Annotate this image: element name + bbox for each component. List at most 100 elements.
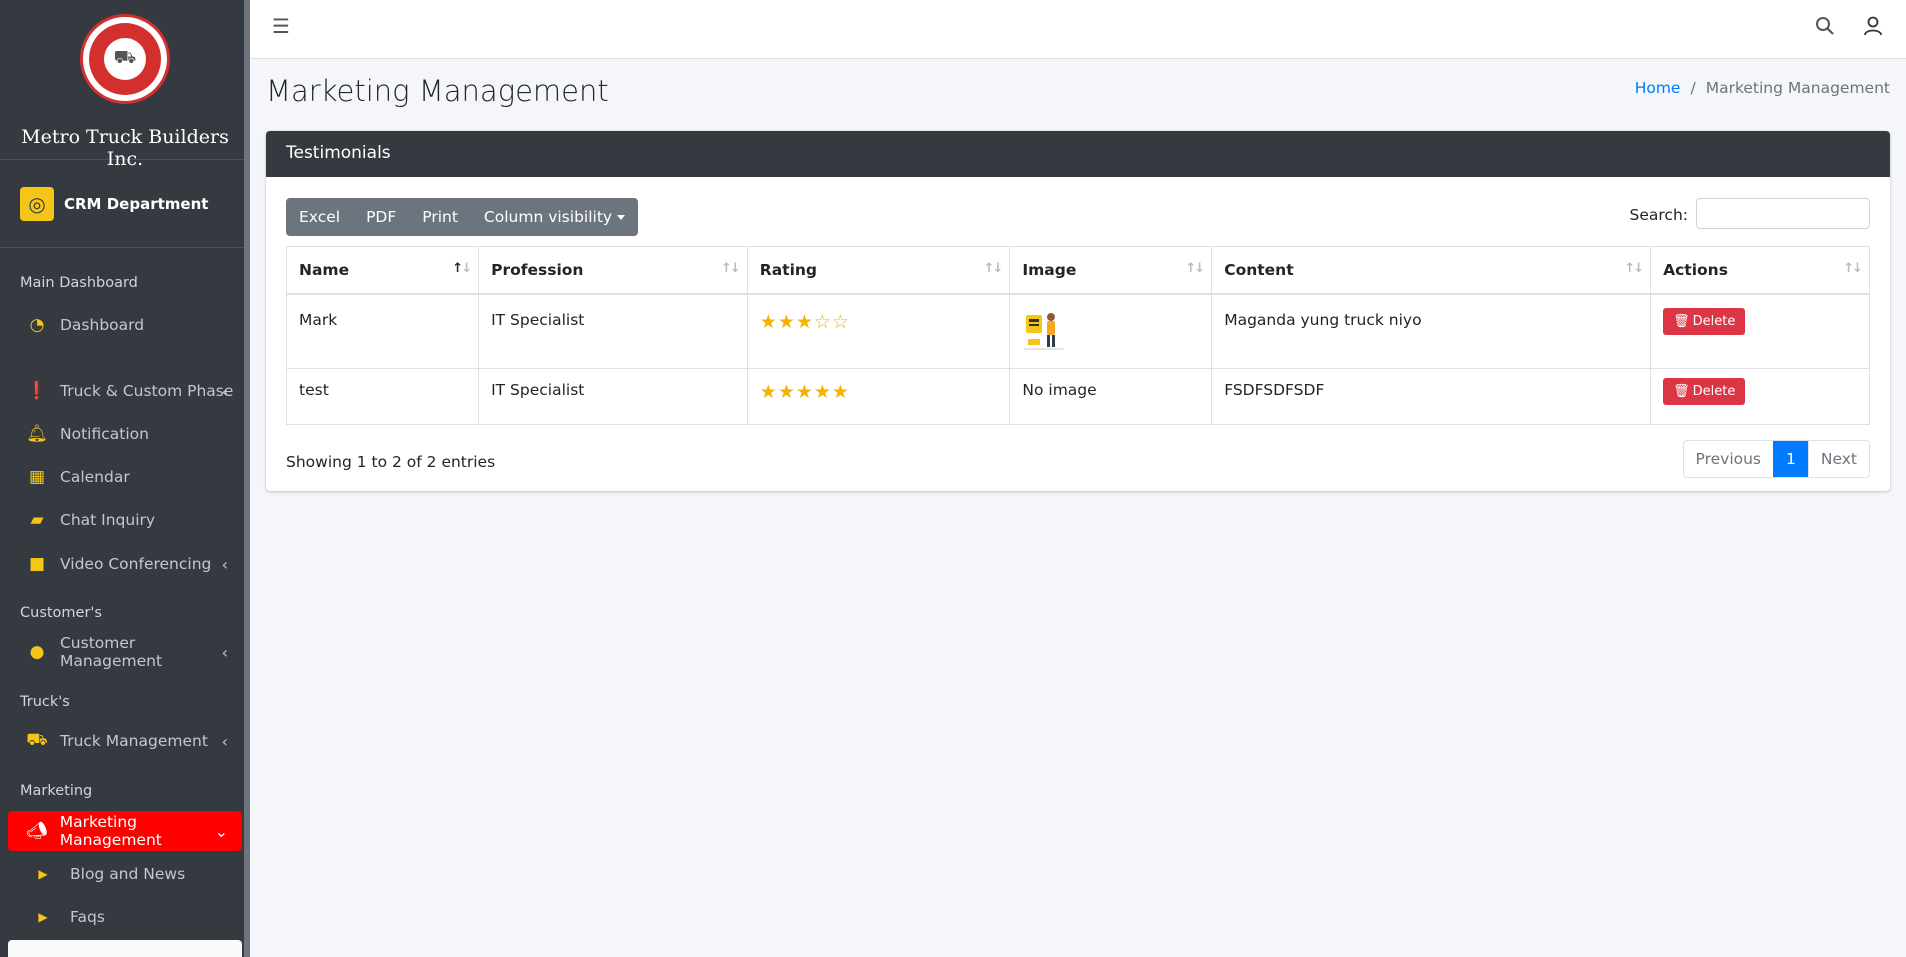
hamburger-menu-icon[interactable]: ☰	[272, 14, 290, 38]
user-icon: ●	[29, 642, 45, 662]
sort-icon: ↑↓	[1624, 261, 1644, 276]
cell-content: FSDFSDFSDF	[1211, 368, 1652, 425]
chevron-left-icon: ‹	[221, 554, 228, 574]
dashboard-icon: ◔	[29, 315, 45, 335]
sidebar-item-label: Truck Management	[60, 732, 208, 750]
sidebar-item-customer-management[interactable]: ● Customer Management ‹	[8, 632, 242, 672]
caret-right-icon: ▶	[38, 910, 48, 924]
page-title: Marketing Management	[266, 74, 609, 108]
cell-actions: 🗑︎ Delete	[1650, 293, 1870, 369]
sort-icon: ↑↓	[983, 261, 1004, 276]
calendar-icon: ▦	[28, 467, 46, 487]
nav-header-marketing: Marketing	[20, 783, 93, 799]
brand-logo: ⛟	[80, 14, 170, 104]
sidebar-item-chat-inquiry[interactable]: ▰ Chat Inquiry	[8, 500, 242, 540]
sidebar-item-label: Customer Management	[59, 634, 163, 670]
sidebar: ⛟ Metro Truck Builders Inc. ◎ CRM Depart…	[0, 0, 250, 957]
nav-header-trucks: Truck's	[20, 694, 70, 710]
column-header-name[interactable]: Name ↑↓	[285, 246, 480, 295]
sort-icon: ↑↓	[1843, 261, 1863, 276]
breadcrumb-current: Marketing Management	[1705, 79, 1890, 97]
chevron-left-icon: ‹	[221, 381, 228, 401]
pagination: Previous 1 Next	[1682, 440, 1870, 478]
sidebar-item-calendar[interactable]: ▦ Calendar	[8, 457, 242, 497]
bell-icon: 🔔︎	[26, 424, 48, 444]
testimonials-card: Testimonials Excel PDF Print Column visi…	[266, 131, 1890, 491]
cell-profession: IT Specialist	[478, 368, 748, 425]
sidebar-bottom-panel	[8, 940, 242, 957]
table-row: test IT Specialist ★★★★★ No image FSDFSD…	[285, 368, 1870, 425]
department-icon: ◎	[20, 186, 54, 221]
top-navbar: ☰	[250, 0, 1906, 59]
sidebar-item-label: Blog and News	[70, 865, 186, 883]
column-header-image[interactable]: Image ↑↓	[1009, 246, 1213, 295]
cell-content: Maganda yung truck niyo	[1211, 293, 1652, 369]
sidebar-item-video-conferencing[interactable]: ■ Video Conferencing ‹	[8, 544, 242, 584]
column-header-actions[interactable]: Actions ↑↓	[1650, 246, 1870, 295]
pagination-previous[interactable]: Previous	[1684, 441, 1774, 477]
cell-image	[1009, 293, 1213, 369]
nav-header-main-dashboard: Main Dashboard	[20, 275, 138, 291]
sidebar-item-dashboard[interactable]: ◔ Dashboard	[8, 305, 242, 345]
megaphone-icon: 📣︎	[26, 821, 48, 841]
search-input[interactable]	[1696, 198, 1870, 229]
sort-ascending-icon: ↑↓	[452, 261, 472, 276]
cell-image: No image	[1009, 368, 1213, 425]
sidebar-item-truck-management[interactable]: ⛟ Truck Management ‹	[8, 721, 242, 761]
export-button-group: Excel PDF Print Column visibility	[286, 198, 639, 236]
rating-stars: ★★★★★	[759, 381, 850, 403]
cell-rating: ★★★★★	[746, 368, 1011, 425]
rating-stars: ★★★☆☆	[759, 310, 850, 333]
video-icon: ■	[28, 554, 46, 574]
sort-icon: ↑↓	[720, 261, 741, 276]
sidebar-item-faqs[interactable]: ▶ Faqs	[8, 897, 242, 937]
delete-button[interactable]: 🗑︎ Delete	[1663, 307, 1746, 335]
brand-name: Metro Truck Builders Inc.	[21, 126, 229, 170]
sidebar-item-label: Video Conferencing	[60, 555, 212, 573]
sidebar-item-label: Chat Inquiry	[60, 511, 156, 529]
card-title: Testimonials	[266, 131, 1890, 177]
column-visibility-button[interactable]: Column visibility	[471, 198, 638, 236]
excel-button[interactable]: Excel	[286, 198, 353, 236]
table-row: Mark IT Specialist ★★★☆☆ Maganda yung tr…	[285, 293, 1870, 369]
column-header-profession[interactable]: Profession ↑↓	[478, 246, 748, 295]
sidebar-item-marketing-management[interactable]: 📣︎ Marketing Management ⌄	[8, 811, 242, 851]
sort-icon: ↑↓	[1185, 261, 1205, 276]
main-content: Marketing Management Home / Marketing Mana…	[250, 59, 1906, 957]
pagination-next[interactable]: Next	[1807, 441, 1869, 477]
sidebar-item-label: Dashboard	[60, 316, 145, 334]
department-label: CRM Department	[64, 194, 209, 213]
trash-icon: 🗑︎	[1673, 384, 1690, 399]
sidebar-item-label: Notification	[60, 425, 149, 443]
sidebar-item-blog-and-news[interactable]: ▶ Blog and News	[8, 854, 242, 894]
brand[interactable]: ⛟ Metro Truck Builders Inc.	[0, 0, 250, 170]
chevron-down-icon: ⌄	[214, 821, 228, 841]
caret-right-icon: ▶	[38, 867, 48, 881]
alert-icon: ❗	[26, 381, 48, 401]
cell-actions: 🗑︎ Delete	[1650, 368, 1870, 425]
search-icon[interactable]	[1814, 15, 1836, 37]
sidebar-item-label: Calendar	[60, 468, 130, 486]
sidebar-item-truck-custom-phase[interactable]: ❗ Truck & Custom Phase ‹	[8, 371, 242, 411]
breadcrumb-home-link[interactable]: Home	[1635, 79, 1681, 97]
chat-icon: ▰	[30, 510, 44, 530]
delete-button[interactable]: 🗑︎ Delete	[1663, 378, 1746, 405]
user-icon[interactable]	[1862, 15, 1884, 37]
column-header-content[interactable]: Content ↑↓	[1211, 246, 1652, 295]
pdf-button[interactable]: PDF	[353, 198, 409, 236]
sidebar-item-label: Faqs	[70, 908, 105, 926]
pagination-page-1[interactable]: 1	[1773, 441, 1808, 477]
print-button[interactable]: Print	[409, 198, 471, 236]
cell-name: Mark	[285, 293, 480, 369]
breadcrumb: Home / Marketing Management	[1634, 79, 1890, 97]
chevron-left-icon: ‹	[221, 642, 228, 662]
caret-down-icon	[617, 215, 626, 220]
truck-icon: ⛟	[26, 730, 48, 750]
sidebar-item-notification[interactable]: 🔔︎ Notification	[8, 414, 242, 454]
table-header-row: Name ↑↓ Profession ↑↓ Rating ↑↓ Image ↑↓ Con…	[285, 246, 1870, 295]
column-header-rating[interactable]: Rating ↑↓	[746, 246, 1011, 295]
search-label: Search:	[1629, 206, 1688, 224]
cell-name: test	[285, 368, 480, 425]
nav-header-customers: Customer's	[20, 605, 102, 621]
testimonials-table: Name ↑↓ Profession ↑↓ Rating ↑↓ Image ↑↓ Con…	[285, 246, 1870, 425]
